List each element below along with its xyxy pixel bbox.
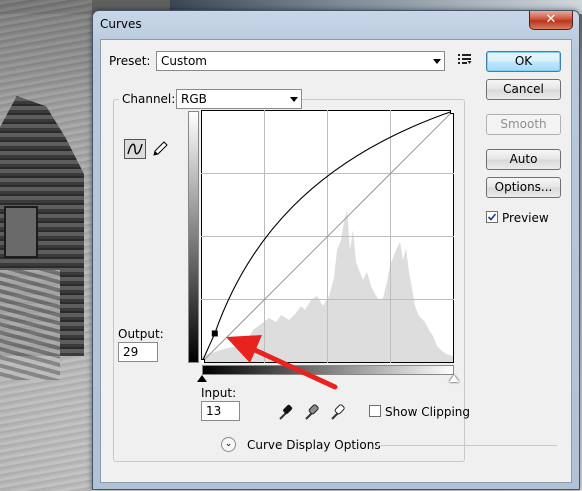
white-point-eyedropper-icon[interactable] <box>329 403 345 421</box>
chevron-down-icon <box>290 97 298 102</box>
title-bar[interactable]: Curves ✕ <box>93 11 579 37</box>
channel-select[interactable]: RGB <box>176 89 302 109</box>
dialog-body: Preset: Custom Channel: RGB Output: 29 I… <box>100 39 572 483</box>
curve-display-options-toggle[interactable]: ⌄ <box>221 437 236 452</box>
dialog-title: Curves <box>100 17 142 31</box>
close-button[interactable]: ✕ <box>529 11 573 30</box>
output-field[interactable]: 29 <box>118 342 158 362</box>
photo-stairs <box>0 270 60 380</box>
separator-line <box>377 445 557 446</box>
preset-options-icon[interactable] <box>458 53 472 65</box>
preset-select[interactable]: Custom <box>156 51 445 71</box>
options-button[interactable]: Options... <box>486 177 561 198</box>
cancel-button[interactable]: Cancel <box>486 79 561 100</box>
curve-tool-icon <box>127 143 143 155</box>
output-label: Output: <box>118 327 164 341</box>
input-value: 13 <box>206 404 222 418</box>
pencil-icon <box>153 141 168 156</box>
checkmark-icon <box>487 213 497 221</box>
show-clipping-checkbox[interactable] <box>369 405 381 417</box>
preset-value: Custom <box>161 54 207 68</box>
gray-point-eyedropper-icon[interactable] <box>303 403 319 421</box>
annotation-arrow <box>226 335 338 390</box>
channel-value: RGB <box>181 92 207 106</box>
smooth-button[interactable]: Smooth <box>486 114 561 135</box>
preview-label[interactable]: Preview <box>502 211 549 225</box>
output-gradient-bar <box>188 111 199 363</box>
chevron-down-icon: ⌄ <box>224 439 233 449</box>
black-point-slider[interactable] <box>197 375 207 382</box>
curve-tool-button[interactable] <box>124 139 146 159</box>
channel-label: Channel: <box>119 92 179 106</box>
photo-tower-window <box>4 206 38 258</box>
curves-dialog: Curves ✕ Preset: Custom Channel: RGB Out… <box>92 10 580 490</box>
show-clipping-label[interactable]: Show Clipping <box>385 405 470 419</box>
auto-button[interactable]: Auto <box>486 149 561 170</box>
close-icon: ✕ <box>545 12 557 27</box>
white-point-slider[interactable] <box>449 375 459 382</box>
curve-display-options-label[interactable]: Curve Display Options <box>247 438 381 452</box>
output-value: 29 <box>123 345 139 359</box>
pencil-tool-button[interactable] <box>150 139 170 159</box>
ok-button[interactable]: OK <box>486 51 561 72</box>
input-field[interactable]: 13 <box>201 401 240 421</box>
curve-point[interactable] <box>201 359 205 364</box>
curve-point[interactable] <box>450 110 455 114</box>
black-point-eyedropper-icon[interactable] <box>277 403 293 421</box>
chevron-down-icon <box>433 59 441 64</box>
preview-checkbox[interactable] <box>486 211 498 223</box>
preset-label: Preset: <box>109 54 151 68</box>
